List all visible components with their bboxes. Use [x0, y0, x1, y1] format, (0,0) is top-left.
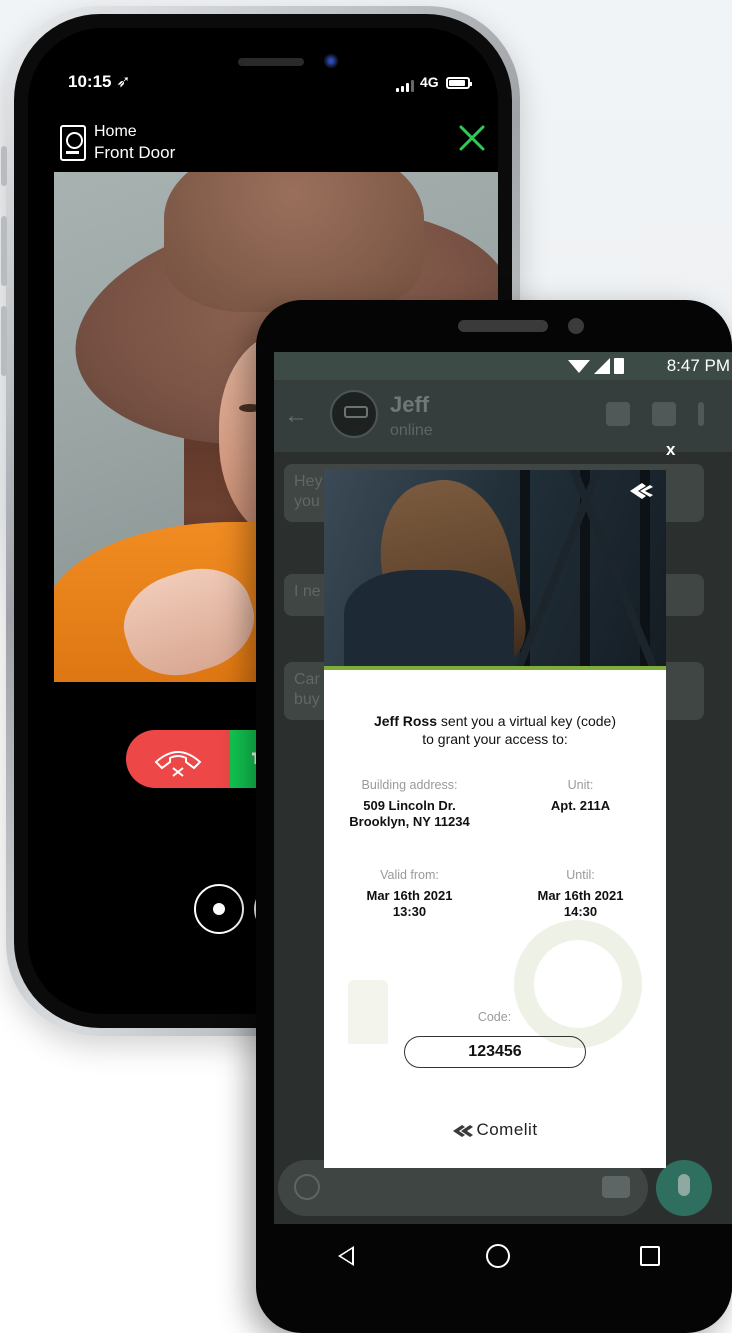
code-value[interactable]: 123456: [404, 1036, 586, 1068]
battery-icon: [614, 358, 624, 374]
network-type: 4G: [420, 74, 439, 90]
hero-photo: [324, 470, 666, 666]
video-hat-crown: [164, 172, 424, 312]
virtual-key-card: Jeff Ross sent you a virtual key (code) …: [324, 470, 666, 1168]
contact-name: Jeff: [390, 392, 430, 417]
watermark: [514, 920, 642, 1048]
code-label: Code:: [477, 1010, 512, 1024]
volume-up-button: [1, 216, 7, 286]
more-icon[interactable]: [698, 402, 704, 426]
back-arrow-icon[interactable]: ←: [284, 402, 308, 430]
android-device: 8:47 PM ← Jeff online Hey you I ne Car buy…: [256, 300, 732, 1333]
navigation-bar: [274, 1224, 732, 1294]
location-arrow-icon: ➶: [116, 72, 131, 91]
bubble-text: I ne: [294, 583, 321, 600]
contact-presence: online: [390, 422, 433, 439]
building-label: Building address:: [361, 778, 458, 792]
message-input[interactable]: [278, 1160, 648, 1216]
message-line1: sent you a virtual key (code): [437, 713, 616, 729]
close-icon[interactable]: [458, 124, 486, 152]
unit-label: Unit:: [567, 778, 594, 792]
chat-screen: 8:47 PM ← Jeff online Hey you I ne Car buy…: [274, 352, 732, 1224]
watermark: [348, 980, 388, 1044]
paperclip-icon[interactable]: [652, 402, 676, 426]
comelit-logo-icon: [630, 483, 653, 499]
location-label: Home: [94, 123, 137, 140]
chat-header: ← Jeff online: [274, 380, 732, 452]
status-bar: 8:47 PM: [274, 352, 732, 380]
valid-from-value: Mar 16th 2021 13:30: [366, 888, 453, 919]
front-camera: [568, 318, 584, 334]
unit-value: Apt. 211A: [550, 798, 611, 813]
wifi-icon: [568, 360, 590, 373]
building-value: 509 Lincoln Dr. Brooklyn, NY 11234: [349, 798, 470, 829]
earpiece: [458, 320, 548, 332]
decline-button[interactable]: [126, 730, 230, 788]
silent-switch: [1, 146, 7, 186]
cell-signal-icon: [594, 358, 610, 374]
door-label: Front Door: [94, 143, 176, 162]
hangup-icon: [154, 751, 202, 777]
accent-bar: [324, 666, 666, 670]
comelit-mark-icon: [453, 1124, 474, 1137]
mic-button[interactable]: [656, 1160, 712, 1216]
bubble-text: Hey: [294, 473, 323, 490]
bubble-text: you: [294, 493, 320, 510]
sender-name: Jeff Ross: [373, 713, 438, 729]
emoji-icon[interactable]: [294, 1174, 320, 1200]
front-camera: [324, 54, 338, 68]
home-icon[interactable]: [486, 1244, 510, 1268]
earpiece: [238, 58, 304, 66]
signal-icon: [396, 80, 416, 92]
brand-name: Comelit: [476, 1120, 538, 1139]
avatar[interactable]: [330, 390, 378, 438]
door-station-icon: [60, 125, 86, 161]
valid-from-label: Valid from:: [380, 868, 439, 882]
close-button[interactable]: x: [666, 440, 675, 460]
phone-icon[interactable]: [606, 402, 630, 426]
recents-icon[interactable]: [640, 1246, 660, 1266]
photo-coat: [344, 570, 514, 666]
camera-icon[interactable]: [602, 1176, 630, 1198]
record-button[interactable]: [194, 884, 244, 934]
battery-icon: [446, 77, 472, 89]
bubble-text: buy: [294, 691, 320, 708]
status-time: 8:47 PM: [666, 356, 730, 375]
volume-down-button: [1, 306, 7, 376]
status-time: 10:15 ➶: [68, 72, 131, 91]
until-label: Until:: [566, 868, 595, 882]
until-value: Mar 16th 2021 14:30: [537, 888, 624, 919]
bubble-text: Car: [294, 671, 320, 688]
key-message: Jeff Ross sent you a virtual key (code) …: [324, 712, 666, 748]
back-icon[interactable]: [338, 1246, 354, 1266]
brand-logo: Comelit: [324, 1120, 666, 1140]
message-line2: to grant your access to:: [422, 731, 568, 747]
